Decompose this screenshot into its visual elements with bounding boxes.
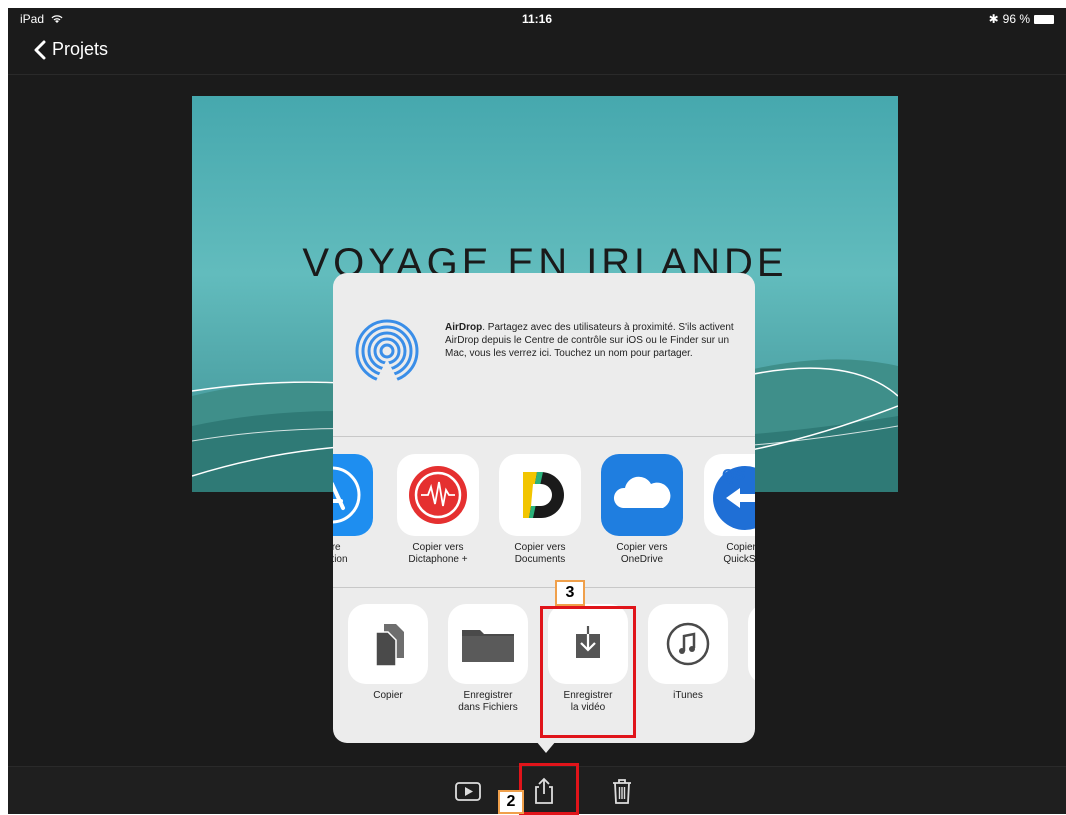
back-button[interactable]: Projets [34,39,108,60]
app-label: utrelication [333,542,348,565]
step-2-label: 2 [498,790,524,814]
dictaphone-icon [397,454,479,536]
back-label: Projets [52,39,109,59]
documents-icon [499,454,581,536]
app-label: Copier vers Documents [514,542,566,565]
popover-arrow [536,741,556,753]
action-label: Enregistrer dans Fichiers [458,690,518,713]
status-time: 11:16 [521,12,553,26]
app-label: Copier vers Dictaphone + [408,542,468,565]
airdrop-title: AirDrop [445,322,483,333]
bluetooth-icon: ✱ [988,12,999,26]
chevron-left-icon [34,40,46,59]
action-save-to-files[interactable]: Enregistrer dans Fichiers [438,604,538,714]
more-icon [748,604,755,684]
ipad-screen: iPad 11:16 ✱ 96 % Projets VOYAGE EN IRLA… [8,8,1066,814]
play-button[interactable] [454,777,482,805]
app-label: Copier vQuickSup [723,542,755,565]
quicksupport-icon: QS [704,454,755,536]
action-copy[interactable]: Copier [338,604,438,702]
app-item-onedrive[interactable]: Copier vers OneDrive [592,454,692,566]
apps-row: utrelication Copier versDictaphone + [333,437,755,587]
app-item-dictaphone[interactable]: Copier vers Dictaphone + [388,454,488,566]
highlight-share-button [519,763,579,815]
action-label: iTunes [673,690,703,701]
svg-text:QS: QS [722,467,745,484]
copy-icon [348,604,428,684]
airdrop-text: . Partagez avec des utilisateurs à proxi… [445,322,734,359]
trash-icon [613,779,631,804]
step-3-label: 3 [555,580,585,606]
action-more[interactable] [738,604,755,684]
airdrop-section[interactable]: AirDrop. Partagez avec des utilisateurs … [333,273,755,436]
navigation-bar: Projets [8,30,1066,75]
app-label: Copier vers OneDrive [616,542,668,565]
status-bar: iPad 11:16 ✱ 96 % [8,8,1066,30]
action-label: Copier [373,690,403,701]
status-right: ✱ 96 % [989,12,1054,26]
action-itunes[interactable]: iTunes [638,604,738,702]
highlight-save-video [540,606,636,738]
app-store-icon [333,454,373,536]
itunes-icon [648,604,728,684]
airdrop-description: AirDrop. Partagez avec des utilisateurs … [445,321,737,360]
delete-button[interactable] [608,777,636,805]
airdrop-icon [355,319,419,383]
battery-icon [1034,14,1054,24]
battery-percent: 96 % [1002,12,1030,26]
onedrive-icon [601,454,683,536]
app-item-autre[interactable]: utrelication [333,454,382,566]
app-item-quicksupport[interactable]: QS Copier vQuickSup [695,454,755,566]
folder-icon [448,604,528,684]
play-icon [455,782,481,801]
app-item-documents[interactable]: Copier vers Documents [490,454,590,566]
